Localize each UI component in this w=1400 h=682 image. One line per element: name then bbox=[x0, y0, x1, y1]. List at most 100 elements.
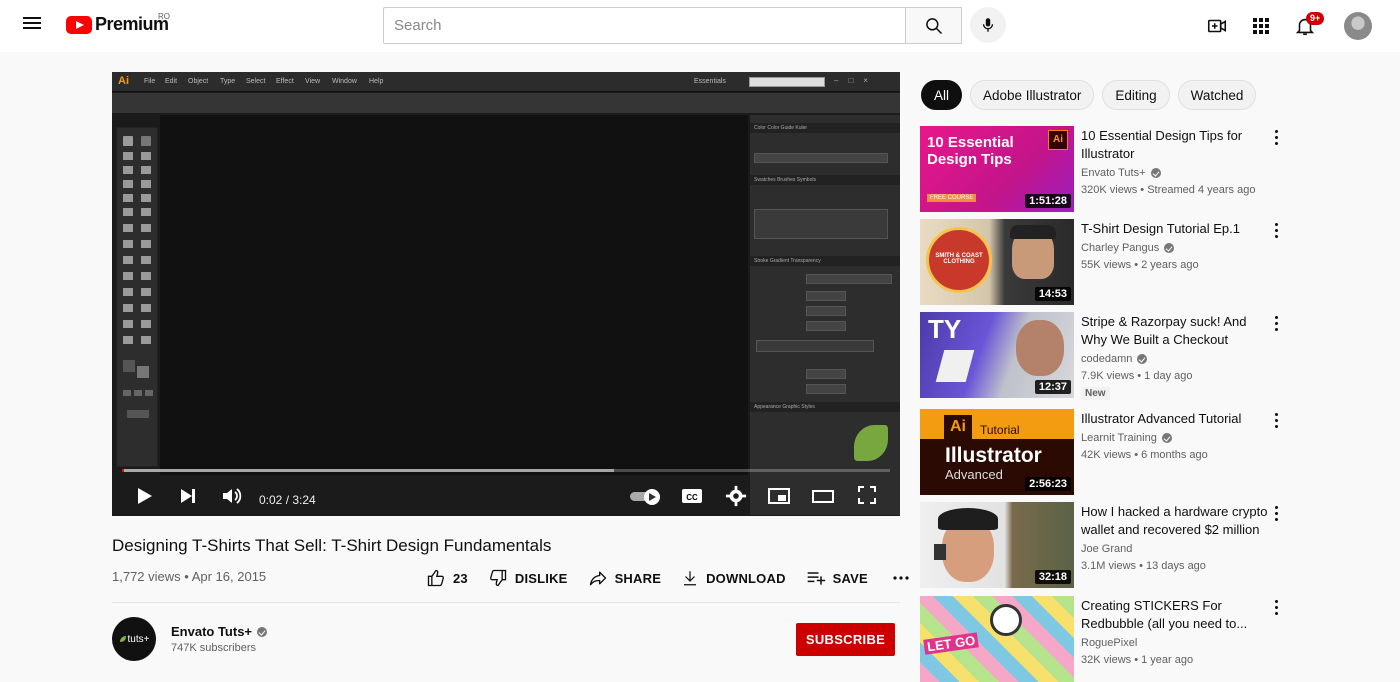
video-actions: 23 DISLIKE SHARE DOWNLOAD SAVE bbox=[426, 566, 937, 590]
video-thumbnail[interactable]: 10 Essential Design Tips FREE COURSE Ai … bbox=[920, 126, 1074, 212]
video-title: How I hacked a hardware crypto wallet an… bbox=[1081, 504, 1268, 537]
video-title: T-Shirt Design Tutorial Ep.1 bbox=[1081, 221, 1240, 236]
channel-avatar[interactable]: tuts+ bbox=[112, 617, 156, 661]
progress-bar[interactable] bbox=[122, 469, 890, 472]
channel-name-text: Envato Tuts+ bbox=[171, 624, 253, 639]
chip-all[interactable]: All bbox=[921, 80, 963, 110]
envato-leaf-watermark-icon bbox=[854, 425, 888, 461]
settings-gear-icon[interactable] bbox=[725, 485, 747, 507]
more-horizontal-icon bbox=[893, 576, 909, 580]
more-actions-button[interactable] bbox=[892, 569, 917, 587]
captions-icon[interactable]: CC bbox=[680, 486, 704, 506]
verified-badge-icon bbox=[1161, 433, 1172, 443]
video-meta: 42K views • 6 months ago bbox=[1081, 449, 1208, 461]
recommended-video[interactable]: Ai Tutorial Illustrator Advanced 2:56:23… bbox=[920, 409, 1290, 495]
user-avatar[interactable] bbox=[1344, 12, 1372, 40]
views-and-date: 1,772 views • Apr 16, 2015 bbox=[112, 569, 267, 584]
subscriber-count: 747K subscribers bbox=[171, 642, 256, 654]
video-thumbnail[interactable]: TY 12:37 bbox=[920, 312, 1074, 398]
ai-menu-edit: Edit bbox=[165, 78, 178, 85]
illustrator-tools-icon bbox=[123, 136, 153, 418]
fullscreen-icon[interactable] bbox=[857, 485, 877, 505]
ai-menu-window: Window bbox=[332, 78, 357, 85]
recommended-video[interactable]: 32:18 How I hacked a hardware crypto wal… bbox=[920, 502, 1290, 588]
more-options-icon[interactable] bbox=[1272, 130, 1280, 148]
dislike-button[interactable]: DISLIKE bbox=[488, 568, 568, 588]
illustrator-artboard bbox=[160, 115, 748, 475]
search-icon bbox=[925, 17, 942, 34]
gradient-slider bbox=[756, 340, 874, 352]
search-input[interactable] bbox=[383, 7, 905, 44]
thumbs-down-icon bbox=[489, 569, 507, 587]
gradient-angle-field bbox=[806, 306, 846, 316]
chip-watched[interactable]: Watched bbox=[1177, 80, 1257, 110]
illustrator-logo: Ai bbox=[118, 75, 129, 87]
color-panel-tabs: Color Color Guide Kuler bbox=[750, 123, 900, 133]
filter-chips: All Adobe Illustrator Editing Watched bbox=[921, 80, 1264, 110]
youtube-logo-icon bbox=[66, 15, 92, 34]
like-button[interactable]: 23 bbox=[426, 568, 468, 588]
miniplayer-icon[interactable] bbox=[767, 486, 791, 506]
create-video-button[interactable] bbox=[1205, 14, 1229, 38]
video-player[interactable]: Ai File Edit Object Type Select Effect V… bbox=[112, 72, 900, 516]
notification-badge: 9+ bbox=[1306, 12, 1325, 25]
chip-editing[interactable]: Editing bbox=[1102, 80, 1170, 110]
ai-menu-help: Help bbox=[369, 78, 384, 85]
recommended-video[interactable]: SMITH & COAST CLOTHING 14:53 T-Shirt Des… bbox=[920, 219, 1290, 305]
save-button[interactable]: SAVE bbox=[806, 568, 868, 588]
thumbnail-cap bbox=[1010, 225, 1056, 239]
gradient-type-field bbox=[806, 274, 892, 284]
verified-badge-icon bbox=[1164, 243, 1175, 253]
more-options-icon[interactable] bbox=[1272, 600, 1280, 618]
location-field bbox=[806, 384, 846, 394]
volume-icon[interactable] bbox=[220, 485, 242, 507]
ai-menu-effect: Effect bbox=[276, 78, 294, 85]
more-options-icon[interactable] bbox=[1272, 413, 1280, 431]
recommended-video[interactable]: 10 Essential Design Tips FREE COURSE Ai … bbox=[920, 126, 1290, 212]
illustrator-logo-icon: Ai bbox=[1048, 130, 1068, 150]
chip-adobe-illustrator[interactable]: Adobe Illustrator bbox=[970, 80, 1095, 110]
more-options-icon[interactable] bbox=[1272, 223, 1280, 241]
share-button[interactable]: SHARE bbox=[588, 568, 662, 588]
video-duration: 1:51:28 bbox=[1025, 194, 1071, 208]
more-options-icon[interactable] bbox=[1272, 316, 1280, 334]
play-icon[interactable] bbox=[134, 486, 154, 506]
video-thumbnail[interactable]: 32:18 bbox=[920, 502, 1074, 588]
voice-search-button[interactable] bbox=[970, 7, 1006, 43]
apps-button[interactable] bbox=[1249, 14, 1273, 38]
illustrator-logo-icon: Ai bbox=[944, 415, 972, 439]
share-icon bbox=[589, 571, 606, 586]
recommended-video[interactable]: LET GO Creating STICKERS For Redbubble (… bbox=[920, 596, 1290, 682]
top-bar: Premium RO 9+ bbox=[0, 0, 1400, 52]
hamburger-menu-icon[interactable] bbox=[22, 14, 44, 36]
more-options-icon[interactable] bbox=[1272, 506, 1280, 524]
youtube-premium-logo[interactable]: Premium bbox=[66, 14, 169, 35]
video-meta: 7.9K views • 1 day ago bbox=[1081, 370, 1193, 382]
thumbnail-text: SMITH & COAST CLOTHING bbox=[935, 253, 983, 265]
thumbnail-title: Illustrator bbox=[945, 444, 1042, 467]
video-thumbnail[interactable]: LET GO bbox=[920, 596, 1074, 682]
dislike-label: DISLIKE bbox=[514, 570, 568, 586]
download-icon bbox=[684, 571, 697, 586]
download-button[interactable]: DOWNLOAD bbox=[681, 569, 786, 587]
recommended-video[interactable]: TY 12:37 Stripe & Razorpay suck! And Why… bbox=[920, 312, 1290, 400]
color-panel-field bbox=[754, 153, 888, 163]
channel-name: Envato Tuts+ bbox=[1081, 167, 1161, 179]
next-video-icon[interactable] bbox=[178, 486, 198, 506]
channel-avatar-text: tuts+ bbox=[127, 633, 150, 645]
video-thumbnail[interactable]: Ai Tutorial Illustrator Advanced 2:56:23 bbox=[920, 409, 1074, 495]
autoplay-toggle[interactable] bbox=[630, 489, 662, 505]
search-button[interactable] bbox=[905, 7, 962, 44]
thumbs-up-icon bbox=[427, 569, 444, 587]
channel-name[interactable]: Envato Tuts+ bbox=[171, 624, 268, 639]
video-duration: 12:37 bbox=[1034, 380, 1071, 394]
new-badge: New bbox=[1081, 387, 1110, 400]
ai-menu-type: Type bbox=[220, 78, 236, 85]
theater-mode-icon[interactable] bbox=[811, 486, 835, 506]
subscribe-button[interactable]: SUBSCRIBE bbox=[796, 623, 895, 656]
video-title: 10 Essential Design Tips for Illustrator bbox=[1081, 128, 1243, 161]
illustrator-menubar: Ai File Edit Object Type Select Effect V… bbox=[112, 72, 900, 92]
video-thumbnail[interactable]: SMITH & COAST CLOTHING 14:53 bbox=[920, 219, 1074, 305]
thumbnail-text: 10 Essential Design Tips bbox=[927, 134, 1014, 168]
gradient-stroke-field bbox=[806, 291, 846, 301]
